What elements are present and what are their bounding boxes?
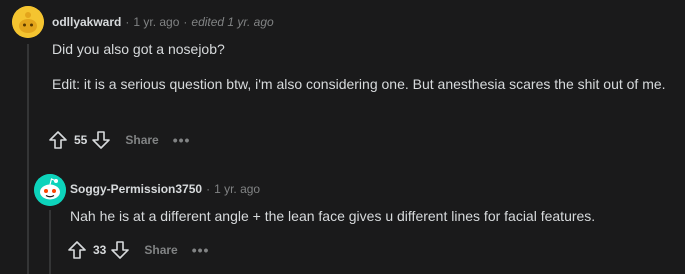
comment-paragraph: Edit: it is a serious question btw, i'm … — [52, 76, 666, 92]
share-button[interactable]: Share — [125, 133, 158, 147]
comment-paragraph: Nah he is at a different angle + the lea… — [70, 208, 596, 224]
vote-count: 55 — [74, 133, 88, 147]
comment-body: Did you also got a nosejob? Edit: it is … — [52, 39, 677, 95]
comment-actions: 33 Share ••• — [67, 240, 209, 260]
comment-meta: Soggy-Permission3750 · 1 yr. ago — [70, 182, 260, 196]
separator-dot: · — [206, 182, 211, 196]
separator-dot: · — [125, 15, 130, 29]
arrow-down-icon[interactable] — [110, 240, 130, 260]
arrow-up-icon[interactable] — [48, 130, 68, 150]
timestamp[interactable]: 1 yr. ago — [214, 182, 260, 196]
username[interactable]: odllyakward — [52, 15, 121, 29]
avatar[interactable] — [34, 174, 66, 206]
separator-dot: · — [183, 15, 188, 29]
comment-paragraph: Did you also got a nosejob? — [52, 41, 225, 57]
vote-count: 33 — [93, 243, 107, 257]
thread-line-reply[interactable] — [49, 210, 51, 274]
timestamp[interactable]: 1 yr. ago — [133, 15, 179, 29]
more-options-button[interactable]: ••• — [173, 132, 191, 148]
comment-meta: odllyakward · 1 yr. ago · edited 1 yr. a… — [52, 15, 274, 29]
snoo-avatar-icon — [34, 174, 66, 206]
avatar[interactable] — [12, 6, 44, 38]
snoo-avatar-icon — [12, 6, 44, 38]
comment-body: Nah he is at a different angle + the lea… — [70, 206, 680, 227]
comment-actions: 55 Share ••• — [48, 130, 190, 150]
share-button[interactable]: Share — [144, 243, 177, 257]
thread-line-main[interactable] — [27, 44, 29, 274]
username[interactable]: Soggy-Permission3750 — [70, 182, 202, 196]
arrow-down-icon[interactable] — [91, 130, 111, 150]
more-options-button[interactable]: ••• — [192, 242, 210, 258]
arrow-up-icon[interactable] — [67, 240, 87, 260]
edited-timestamp: edited 1 yr. ago — [191, 15, 274, 29]
